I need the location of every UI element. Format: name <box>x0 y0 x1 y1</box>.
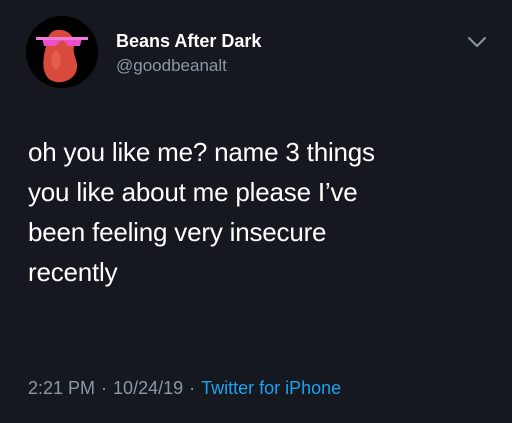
tweet-text-line: been feeling very insecure <box>28 217 327 247</box>
display-name[interactable]: Beans After Dark <box>116 30 261 52</box>
tweet-text-line: recently <box>28 257 118 287</box>
bean-avatar-icon <box>26 16 98 88</box>
tweet-text-line: oh you like me? name 3 things <box>28 137 375 167</box>
tweet-date[interactable]: 10/24/19 <box>113 378 183 398</box>
user-handle[interactable]: @goodbeanalt <box>116 55 261 77</box>
tweet-meta: 2:21 PM · 10/24/19 · Twitter for iPhone <box>28 376 341 400</box>
tweet-source-link[interactable]: Twitter for iPhone <box>201 378 341 398</box>
chevron-down-icon[interactable] <box>466 34 488 50</box>
avatar[interactable] <box>26 16 98 88</box>
tweet-card: Beans After Dark @goodbeanalt oh you lik… <box>0 0 512 423</box>
tweet-text-line: you like about me please I’ve <box>28 177 358 207</box>
tweet-time[interactable]: 2:21 PM <box>28 378 95 398</box>
tweet-text: oh you like me? name 3 things you like a… <box>28 132 488 292</box>
author-block: Beans After Dark @goodbeanalt <box>116 30 261 77</box>
meta-separator: · <box>189 378 196 398</box>
meta-separator: · <box>101 378 108 398</box>
